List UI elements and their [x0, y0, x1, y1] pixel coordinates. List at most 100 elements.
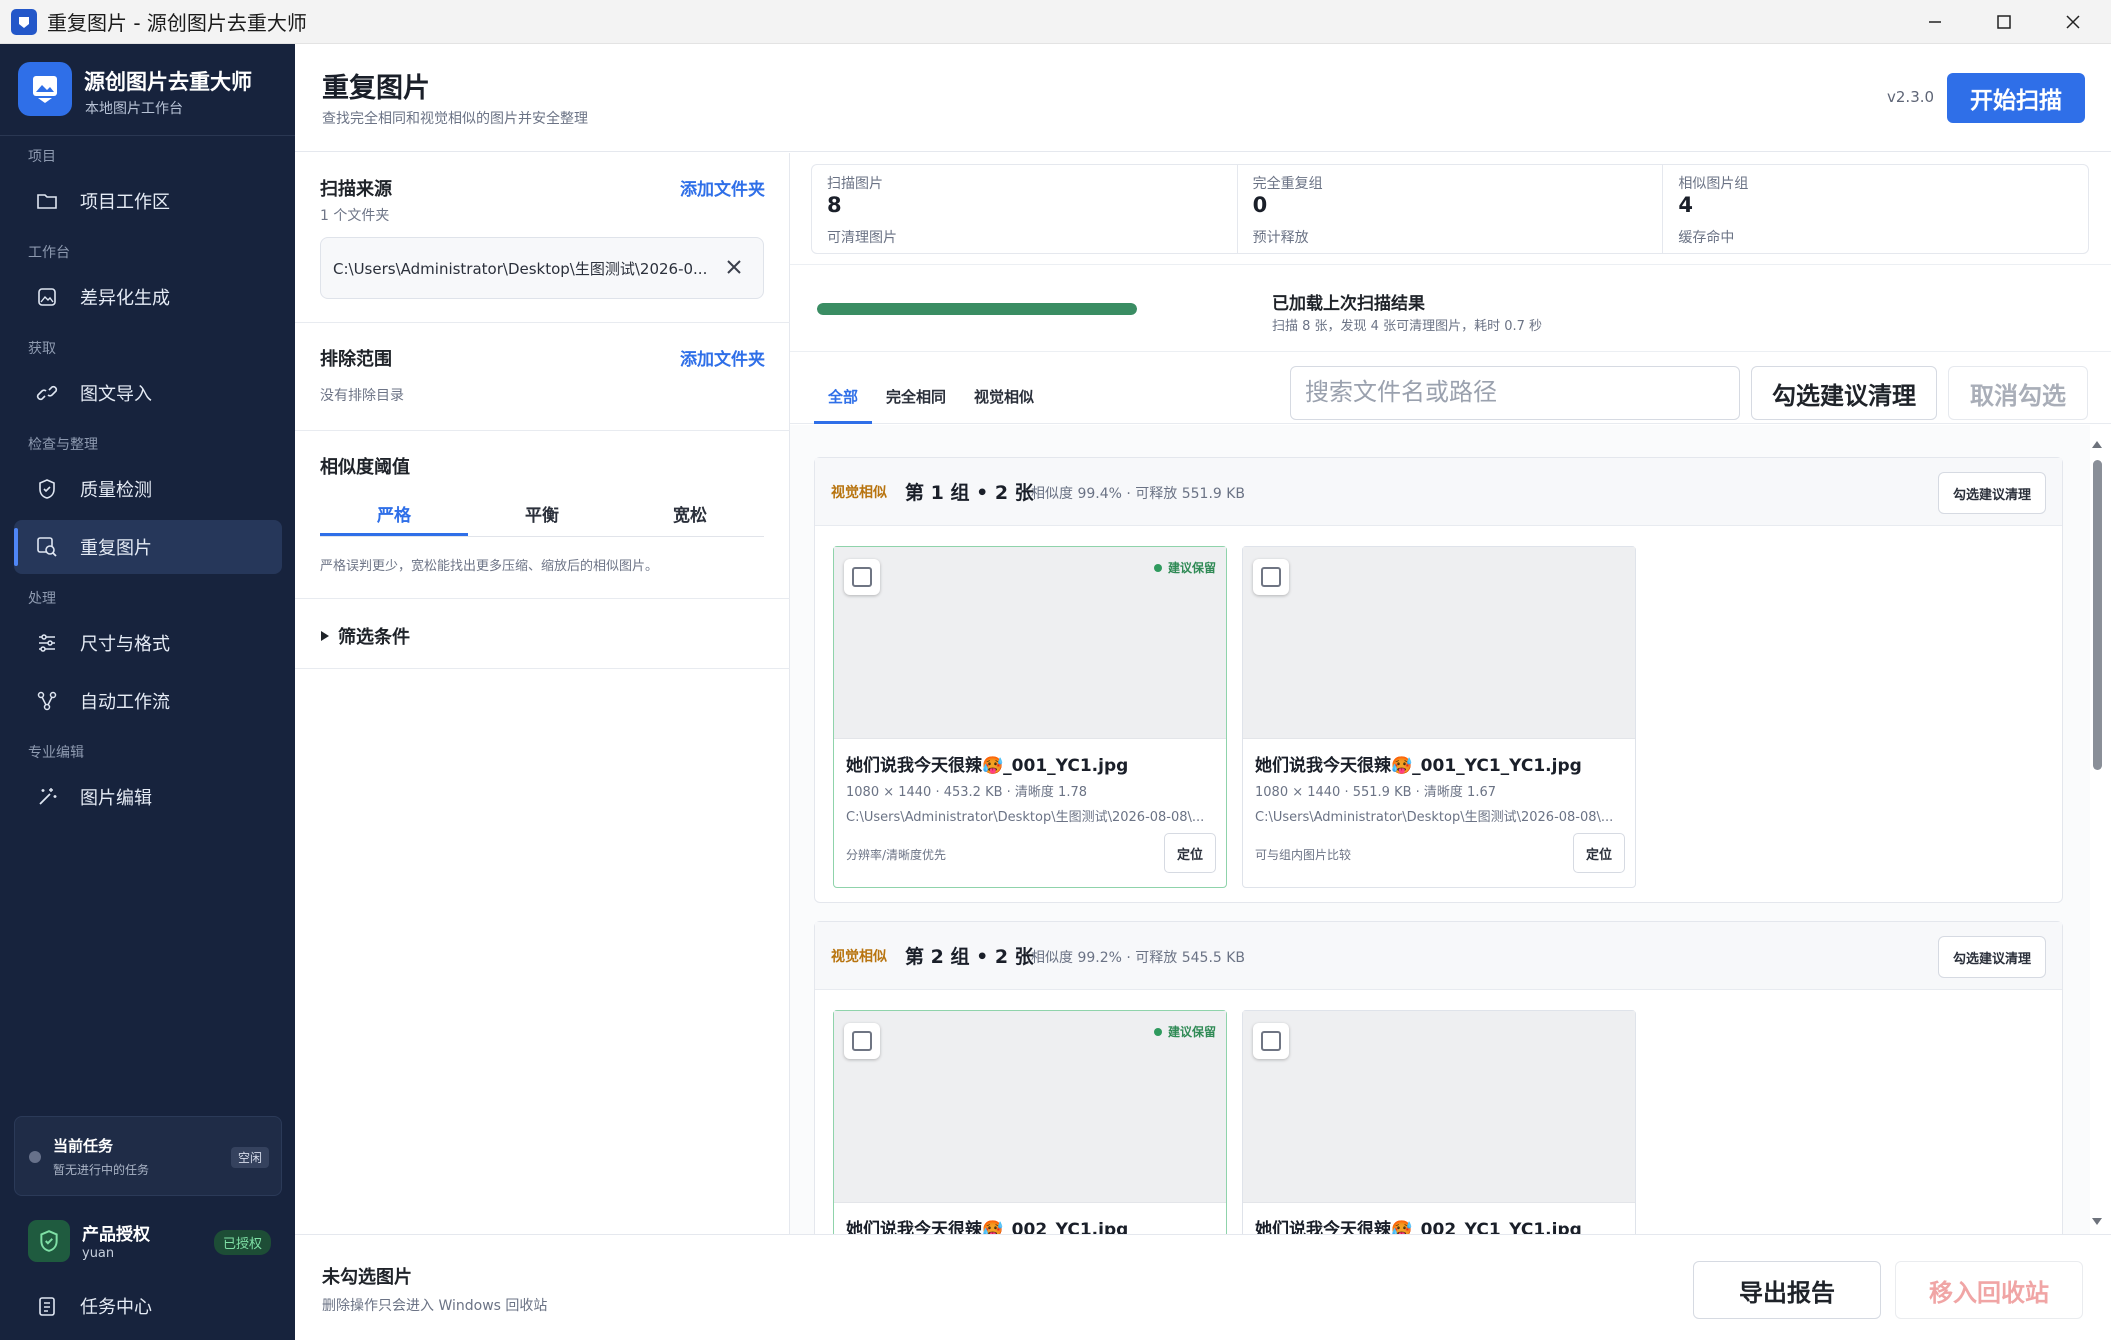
scan-source-title: 扫描来源 [320, 179, 392, 200]
task-status-badge: 空闲 [230, 1147, 269, 1168]
threshold-option-loose[interactable]: 宽松 [616, 493, 764, 536]
license-title: 产品授权 [82, 1225, 150, 1245]
search-input[interactable] [1290, 366, 1740, 420]
brand: 源创图片去重大师 本地图片工作台 [0, 44, 295, 136]
section-label-workbench: 工作台 [28, 245, 70, 261]
group-meta: 相似度 99.2% · 可释放 545.5 KB [1031, 950, 1246, 966]
image-card[interactable]: 建议保留 她们说我今天很辣🥵_001_YC1.jpg 1080 × 1440 ·… [833, 546, 1227, 888]
group-select-suggested-button[interactable]: 勾选建议清理 [1938, 472, 2046, 514]
sidebar-item-project-workspace[interactable]: 项目工作区 [14, 174, 282, 228]
sidebar-item-workflow[interactable]: 自动工作流 [14, 674, 282, 728]
sidebar-item-import[interactable]: 图文导入 [14, 366, 282, 420]
folder-icon [34, 188, 60, 214]
file-name: 她们说我今天很辣🥵_002_YC1_YC1.jpg [1255, 1220, 1582, 1234]
window-title: 重复图片 - 源创图片去重大师 [47, 11, 307, 35]
scan-source-section: 扫描来源 1 个文件夹 添加文件夹 C:\Users\Administrator… [295, 153, 790, 323]
result-tabs: 全部 完全相同 视觉相似 [814, 378, 1048, 424]
tab-exact[interactable]: 完全相同 [872, 378, 960, 424]
file-note: 分辨率/清晰度优先 [846, 848, 947, 862]
group-select-suggested-button[interactable]: 勾选建议清理 [1938, 936, 2046, 978]
scroll-up-icon[interactable] [2090, 438, 2104, 450]
stat-value: 4 [1678, 193, 1693, 217]
stats-row: 扫描图片 8 可清理图片 完全重复组 0 预计释放 相似图片组 4 缓存命中 [811, 164, 2089, 254]
filter-title: 筛选条件 [338, 627, 410, 648]
sidebar-item-image-edit[interactable]: 图片编辑 [14, 770, 282, 824]
select-checkbox[interactable] [1253, 1023, 1289, 1059]
locate-button[interactable]: 定位 [1573, 833, 1625, 873]
sidebar-item-size-format[interactable]: 尺寸与格式 [14, 616, 282, 670]
deselect-button[interactable]: 取消勾选 [1948, 366, 2088, 420]
stat-value: 8 [827, 193, 842, 217]
select-checkbox[interactable] [844, 559, 880, 595]
license-user: yuan [82, 1246, 115, 1261]
tab-similar[interactable]: 视觉相似 [960, 378, 1048, 424]
file-name: 她们说我今天很辣🥵_002_YC1.jpg [846, 1220, 1129, 1234]
stat-desc: 预计释放 [1252, 230, 1309, 246]
sidebar-item-task-center[interactable]: 任务中心 [14, 1280, 282, 1332]
workflow-icon [34, 688, 60, 714]
stat-value: 0 [1252, 193, 1268, 217]
link-icon [34, 380, 60, 406]
license-shield-icon [28, 1220, 70, 1262]
progress-bar [817, 303, 1137, 315]
sidebar-item-diff-generate[interactable]: 差异化生成 [14, 270, 282, 324]
brand-name: 源创图片去重大师 [84, 70, 252, 94]
tab-all[interactable]: 全部 [814, 378, 873, 424]
brand-logo-icon [18, 62, 72, 116]
exclude-section: 排除范围 没有排除目录 添加文件夹 [295, 323, 790, 431]
minimize-button[interactable] [1900, 0, 1969, 44]
sliders-icon [34, 630, 60, 656]
exclude-title: 排除范围 [320, 349, 392, 370]
start-scan-button[interactable]: 开始扫描 [1947, 73, 2085, 123]
move-to-recycle-button[interactable]: 移入回收站 [1895, 1261, 2083, 1319]
source-path-text: C:\Users\Administrator\Desktop\生图测试\2026… [333, 260, 708, 278]
image-card[interactable]: 建议保留 她们说我今天很辣🥵_002_YC1.jpg [833, 1010, 1227, 1234]
threshold-hint: 严格误判更少，宽松能找出更多压缩、缩放后的相似图片。 [320, 559, 659, 574]
file-dimensions: 1080 × 1440 · 453.2 KB · 清晰度 1.78 [846, 785, 1087, 800]
section-label-process: 处理 [28, 591, 56, 607]
task-title: 当前任务 [53, 1137, 114, 1155]
sidebar-item-label: 图文导入 [80, 384, 152, 405]
version-label: v2.3.0 [1887, 88, 1935, 106]
page-title: 重复图片 [322, 73, 430, 104]
expand-triangle-icon [321, 631, 329, 641]
shield-icon [34, 476, 60, 502]
source-path-item: C:\Users\Administrator\Desktop\生图测试\2026… [320, 237, 764, 299]
file-name: 她们说我今天很辣🥵_001_YC1_YC1.jpg [1255, 756, 1582, 776]
stat-label: 完全重复组 [1252, 176, 1323, 192]
locate-button[interactable]: 定位 [1164, 833, 1216, 873]
scan-progress: 已加载上次扫描结果 扫描 8 张，发现 4 张可清理图片，耗时 0.7 秒 [790, 264, 2111, 352]
image-card[interactable]: 她们说我今天很辣🥵_002_YC1_YC1.jpg [1242, 1010, 1636, 1234]
license-panel: 产品授权 yuan 已授权 [0, 1206, 295, 1280]
magic-wand-icon [34, 784, 60, 810]
sidebar-item-label: 重复图片 [80, 538, 152, 559]
filter-section[interactable]: 筛选条件 [295, 599, 790, 669]
exclude-empty-text: 没有排除目录 [320, 388, 404, 404]
recycle-note: 删除操作只会进入 Windows 回收站 [322, 1298, 548, 1314]
add-source-folder-link[interactable]: 添加文件夹 [680, 175, 765, 200]
sidebar-item-quality[interactable]: 质量检测 [14, 462, 282, 516]
sidebar-item-duplicates[interactable]: 重复图片 [14, 520, 282, 574]
scrollbar-thumb[interactable] [2093, 460, 2102, 770]
threshold-option-balanced[interactable]: 平衡 [468, 493, 616, 536]
remove-path-icon[interactable] [723, 256, 745, 278]
threshold-option-strict[interactable]: 严格 [320, 493, 468, 536]
scroll-down-icon[interactable] [2090, 1216, 2104, 1228]
maximize-button[interactable] [1969, 0, 2038, 44]
title-bar: 重复图片 - 源创图片去重大师 [0, 0, 2111, 44]
results-scrollbar[interactable] [2090, 436, 2104, 1230]
select-checkbox[interactable] [1253, 559, 1289, 595]
file-dimensions: 1080 × 1440 · 551.9 KB · 清晰度 1.67 [1255, 785, 1496, 800]
export-report-button[interactable]: 导出报告 [1693, 1261, 1881, 1319]
sidebar-item-label: 尺寸与格式 [80, 634, 170, 655]
progress-detail: 扫描 8 张，发现 4 张可清理图片，耗时 0.7 秒 [1272, 319, 1543, 334]
group-tag: 视觉相似 [831, 485, 887, 501]
group-header: 视觉相似 第 2 组 • 2 张 相似度 99.2% · 可释放 545.5 K… [815, 922, 2062, 990]
select-suggested-button[interactable]: 勾选建议清理 [1751, 366, 1937, 420]
select-checkbox[interactable] [844, 1023, 880, 1059]
task-center-label: 任务中心 [80, 1297, 152, 1318]
add-exclude-folder-link[interactable]: 添加文件夹 [680, 345, 765, 370]
keep-badge: 建议保留 [1154, 559, 1216, 576]
image-card[interactable]: 她们说我今天很辣🥵_001_YC1_YC1.jpg 1080 × 1440 · … [1242, 546, 1636, 888]
close-button[interactable] [2038, 0, 2107, 44]
